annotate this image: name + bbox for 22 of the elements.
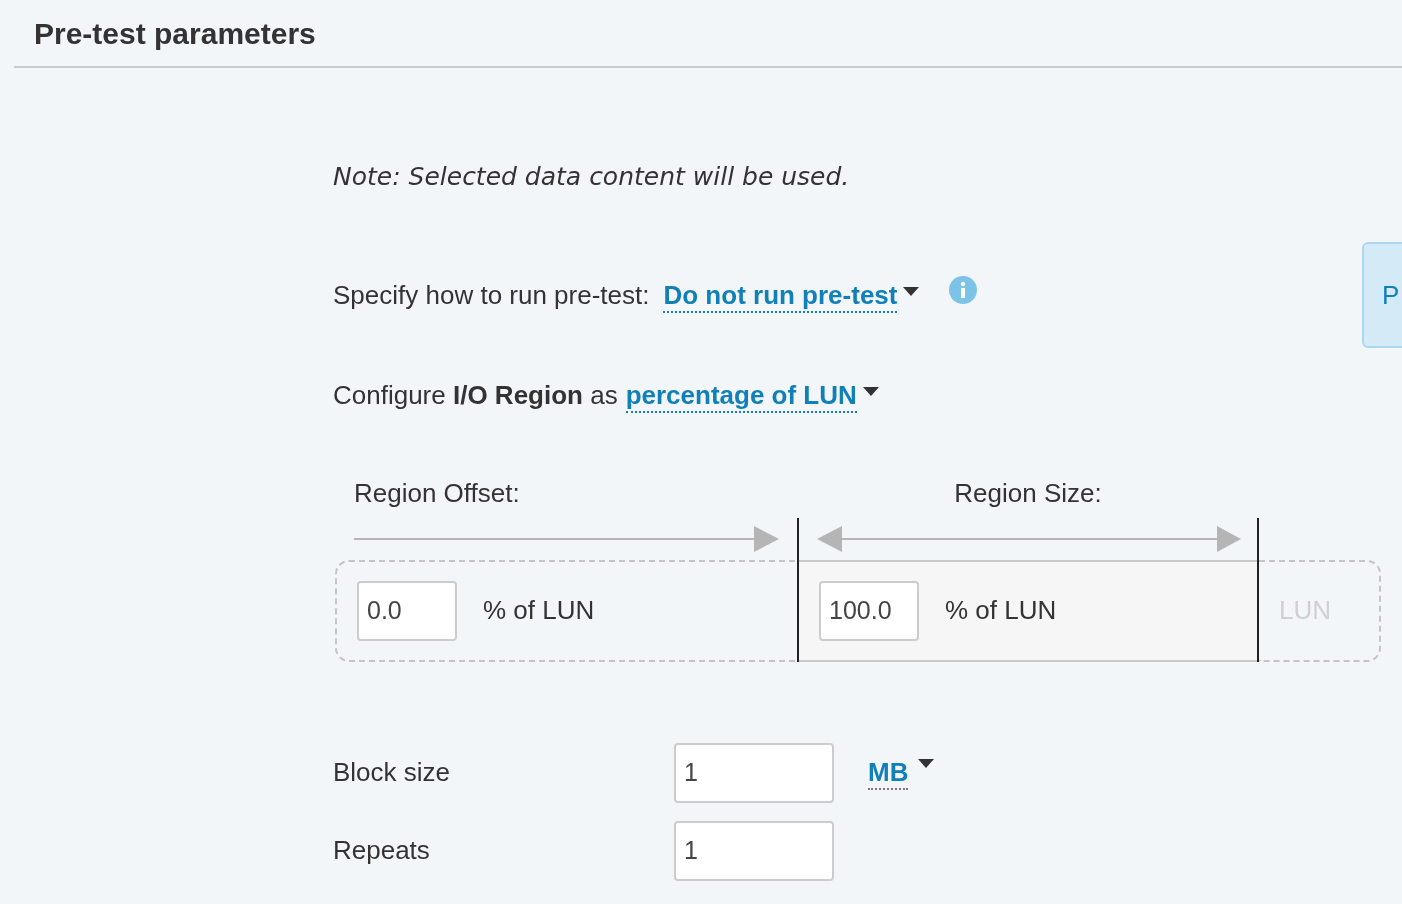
caret-icon xyxy=(918,759,935,768)
pretest-label: Specify how to run pre-test: xyxy=(333,279,650,312)
io-region-label: Configure I/O Region as xyxy=(333,379,618,412)
side-panel-button[interactable]: P xyxy=(1362,242,1402,348)
info-icon[interactable] xyxy=(949,275,978,304)
block-size-label: Block size xyxy=(333,756,452,789)
block-size-input[interactable]: 1 xyxy=(674,742,834,803)
io-region-dropdown[interactable]: percentage of LUN xyxy=(625,378,857,413)
offset-input[interactable]: 0.0 xyxy=(357,580,457,641)
repeats-input[interactable]: 1 xyxy=(674,820,834,881)
repeats-label: Repeats xyxy=(333,834,431,867)
region-offset-label: Region Offset: xyxy=(354,477,520,508)
caret-icon xyxy=(862,387,879,396)
caret-icon xyxy=(903,287,920,296)
size-unit: % of LUN xyxy=(945,594,1057,627)
offset-unit: % of LUN xyxy=(483,594,595,627)
note-text: Note: Selected data content will be used. xyxy=(333,161,851,193)
region-size-label: Region Size: xyxy=(954,476,1102,510)
size-input[interactable]: 100.0 xyxy=(819,580,919,641)
pretest-dropdown[interactable]: Do not run pre-test xyxy=(663,278,898,313)
section-title: Pre-test parameters xyxy=(34,15,316,52)
unit-dropdown[interactable]: MB xyxy=(868,755,909,790)
